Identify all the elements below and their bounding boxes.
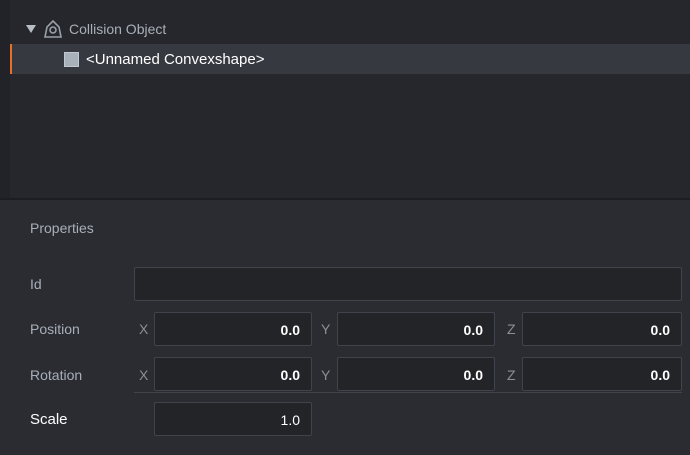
position-y-axis-label: Y xyxy=(321,321,331,337)
rotation-y-field[interactable]: 0.0 xyxy=(337,357,495,391)
position-z-value: 0.0 xyxy=(650,322,670,338)
position-z-axis-label: Z xyxy=(507,321,516,337)
rotation-y-value: 0.0 xyxy=(463,367,483,383)
outline-item-collision-object[interactable]: Collision Object xyxy=(10,14,690,44)
position-z-field[interactable]: 0.0 xyxy=(522,312,682,346)
rotation-z-value: 0.0 xyxy=(650,367,670,383)
rotation-x-value: 0.0 xyxy=(280,367,300,383)
position-y-field[interactable]: 0.0 xyxy=(337,312,495,346)
collision-object-icon xyxy=(44,20,62,38)
rotation-x-axis-label: X xyxy=(139,367,149,383)
outline-gutter xyxy=(0,0,10,198)
properties-panel: Properties Id Position X 0.0 Y 0.0 Z 0.0… xyxy=(0,200,690,455)
id-field[interactable] xyxy=(134,267,682,301)
rotation-y-axis-label: Y xyxy=(321,367,331,383)
scale-label: Scale xyxy=(30,411,68,428)
outline-item-convexshape[interactable]: <Unnamed Convexshape> xyxy=(10,44,690,74)
position-x-value: 0.0 xyxy=(280,322,300,338)
expand-arrow-icon[interactable] xyxy=(26,24,36,34)
selection-indicator xyxy=(10,44,12,74)
position-x-axis-label: X xyxy=(139,321,149,337)
outline-panel: Collision Object <Unnamed Convexshape> xyxy=(0,0,690,198)
outline-item-label: <Unnamed Convexshape> xyxy=(86,50,265,68)
outline-item-label: Collision Object xyxy=(69,21,167,37)
rotation-z-axis-label: Z xyxy=(507,367,516,383)
scale-field[interactable]: 1.0 xyxy=(154,402,312,436)
position-x-field[interactable]: 0.0 xyxy=(154,312,312,346)
properties-title: Properties xyxy=(30,220,94,236)
scale-value: 1.0 xyxy=(280,412,300,428)
rotation-row-divider xyxy=(134,392,682,393)
convexshape-icon xyxy=(64,51,79,67)
position-label: Position xyxy=(30,321,80,337)
rotation-z-field[interactable]: 0.0 xyxy=(522,357,682,391)
id-label: Id xyxy=(30,276,42,292)
position-y-value: 0.0 xyxy=(463,322,483,338)
rotation-label: Rotation xyxy=(30,367,83,383)
rotation-x-field[interactable]: 0.0 xyxy=(154,357,312,391)
